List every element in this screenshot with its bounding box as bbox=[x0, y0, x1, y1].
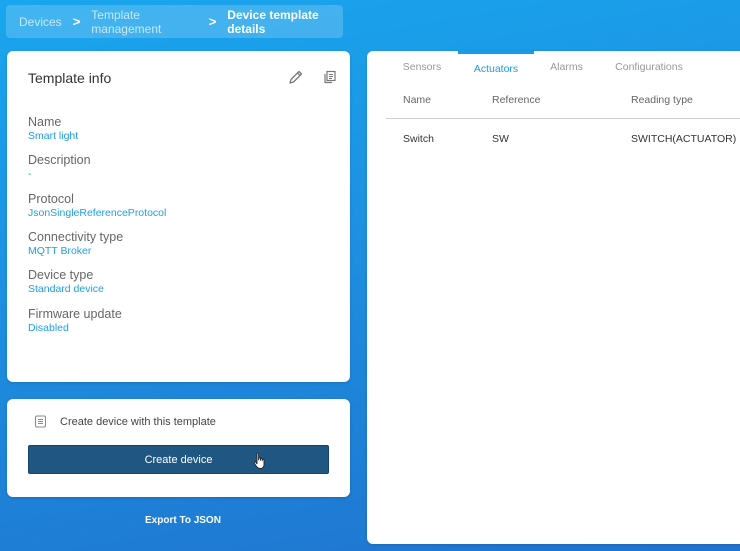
column-header-reference[interactable]: Reference bbox=[492, 94, 540, 106]
field-label: Name bbox=[28, 115, 62, 129]
copy-button[interactable] bbox=[321, 68, 339, 86]
cell-reading-type: SWITCH(ACTUATOR) bbox=[631, 133, 737, 145]
field-label: Connectivity type bbox=[28, 230, 124, 244]
breadcrumb-separator: > bbox=[208, 14, 217, 29]
field-label: Description bbox=[28, 153, 91, 167]
field-value: Standard device bbox=[28, 283, 104, 295]
create-device-row: Create device with this template bbox=[34, 415, 216, 428]
copy-icon bbox=[324, 70, 336, 84]
field-connectivity-type: Connectivity type MQTT Broker bbox=[28, 230, 123, 258]
breadcrumb-template-management[interactable]: Template management bbox=[91, 8, 197, 36]
hand-cursor-icon bbox=[253, 452, 265, 469]
create-device-button[interactable]: Create device bbox=[28, 445, 329, 474]
field-value: Disabled bbox=[28, 322, 69, 334]
template-info-card: Template info Name Smart light Descripti… bbox=[7, 51, 350, 382]
breadcrumb-current: Device template details bbox=[227, 7, 319, 36]
field-description: Description - bbox=[28, 153, 91, 181]
edit-button[interactable] bbox=[287, 68, 305, 86]
field-label: Protocol bbox=[28, 192, 74, 206]
column-header-name[interactable]: Name bbox=[403, 94, 431, 106]
column-header-reading-type[interactable]: Reading type bbox=[631, 94, 693, 106]
template-info-title: Template info bbox=[28, 70, 112, 86]
details-tabs-card: Sensors Actuators Alarms Configurations … bbox=[367, 51, 740, 544]
field-value: - bbox=[28, 168, 32, 180]
create-device-text: Create device with this template bbox=[60, 415, 216, 428]
cell-reference: SW bbox=[492, 133, 509, 145]
field-protocol: Protocol JsonSingleReferenceProtocol bbox=[28, 192, 166, 220]
field-device-type: Device type Standard device bbox=[28, 268, 104, 296]
create-device-card: Create device with this template Create … bbox=[7, 399, 350, 497]
field-label: Device type bbox=[28, 268, 94, 282]
breadcrumb-separator: > bbox=[72, 14, 81, 29]
tab-sensors[interactable]: Sensors bbox=[386, 51, 458, 83]
tab-configurations[interactable]: Configurations bbox=[599, 51, 699, 83]
tab-actuators[interactable]: Actuators bbox=[458, 51, 534, 83]
field-value: JsonSingleReferenceProtocol bbox=[28, 207, 167, 219]
tab-alarms[interactable]: Alarms bbox=[534, 51, 599, 83]
cell-name: Switch bbox=[403, 133, 434, 145]
field-name: Name Smart light bbox=[28, 115, 78, 143]
table-header-divider bbox=[386, 118, 740, 119]
breadcrumb-devices[interactable]: Devices bbox=[19, 15, 62, 29]
field-value: MQTT Broker bbox=[28, 245, 92, 257]
pencil-icon bbox=[289, 70, 303, 84]
field-label: Firmware update bbox=[28, 307, 122, 321]
export-json-link[interactable]: Export To JSON bbox=[145, 515, 221, 526]
field-firmware-update: Firmware update Disabled bbox=[28, 307, 122, 335]
field-value: Smart light bbox=[28, 130, 79, 142]
document-icon bbox=[34, 415, 47, 428]
breadcrumb: Devices > Template management > Device t… bbox=[6, 5, 343, 38]
